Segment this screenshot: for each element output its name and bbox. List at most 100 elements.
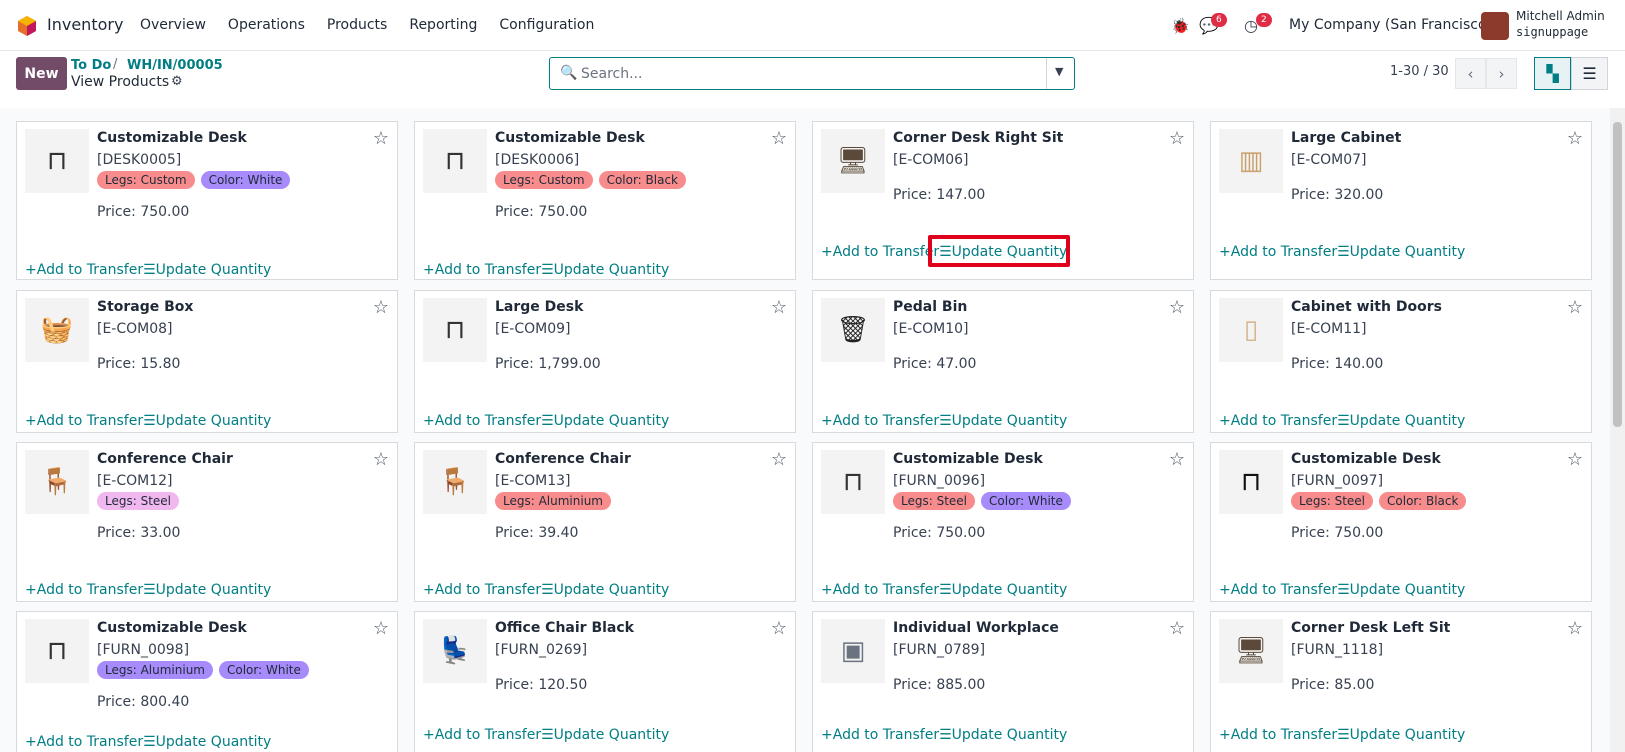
add-to-transfer-label: Add to Transfer: [832, 413, 940, 429]
star-icon[interactable]: ☆: [373, 297, 389, 318]
update-quantity-button[interactable]: ☰Update Quantity: [541, 727, 669, 743]
pager-value[interactable]: 1-30 / 30: [1390, 64, 1449, 79]
card-actions: +Add to Transfer ☰Update Quantity: [25, 734, 271, 750]
update-quantity-button[interactable]: ☰Update Quantity: [939, 727, 1067, 743]
messages-count-badge: 6: [1211, 13, 1227, 27]
update-quantity-button[interactable]: ☰Update Quantity: [1337, 244, 1465, 260]
list-icon: ☰: [1337, 413, 1350, 429]
update-quantity-button[interactable]: ☰Update Quantity: [541, 262, 669, 278]
product-card[interactable]: ⊓ Customizable Desk [FURN_0098] Legs: Alumi…: [16, 611, 398, 752]
product-card[interactable]: 🖥 Corner Desk Left Sit [FURN_1118] Price: 8…: [1210, 611, 1592, 752]
add-to-transfer-button[interactable]: +Add to Transfer: [1219, 727, 1337, 743]
product-card[interactable]: ▥ Large Cabinet [E-COM07] Price: 320.00 ☆ +Ad…: [1210, 121, 1592, 280]
product-card[interactable]: ▯ Cabinet with Doors [E-COM11] Price: 140.0…: [1210, 290, 1592, 433]
add-to-transfer-button[interactable]: +Add to Transfer: [423, 413, 541, 429]
attribute-tag: Color: White: [200, 171, 291, 189]
scrollbar[interactable]: [1610, 108, 1625, 752]
star-icon[interactable]: ☆: [771, 128, 787, 149]
star-icon[interactable]: ☆: [373, 128, 389, 149]
add-to-transfer-button[interactable]: +Add to Transfer: [423, 262, 541, 278]
product-name: Customizable Desk: [97, 130, 247, 146]
star-icon[interactable]: ☆: [1169, 618, 1185, 639]
star-icon[interactable]: ☆: [771, 449, 787, 470]
add-to-transfer-button[interactable]: +Add to Transfer: [821, 413, 939, 429]
update-quantity-button[interactable]: ☰Update Quantity: [1337, 413, 1465, 429]
star-icon[interactable]: ☆: [1169, 449, 1185, 470]
product-card[interactable]: ⊓ Customizable Desk [FURN_0096] Legs: Steel…: [812, 442, 1194, 602]
pager-next-button[interactable]: ›: [1486, 58, 1517, 89]
star-icon[interactable]: ☆: [373, 449, 389, 470]
update-quantity-button[interactable]: ☰Update Quantity: [1337, 582, 1465, 598]
update-quantity-button[interactable]: ☰Update Quantity: [143, 413, 271, 429]
add-to-transfer-button[interactable]: +Add to Transfer: [1219, 244, 1337, 260]
add-to-transfer-button[interactable]: +Add to Transfer: [821, 727, 939, 743]
star-icon[interactable]: ☆: [1169, 128, 1185, 149]
menu-products[interactable]: Products: [327, 17, 387, 33]
menu-overview[interactable]: Overview: [140, 17, 206, 33]
breadcrumb-receipt[interactable]: WH/IN/00005: [127, 58, 223, 73]
update-quantity-button[interactable]: ☰Update Quantity: [541, 582, 669, 598]
list-icon: ☰: [541, 413, 554, 429]
product-name: Customizable Desk: [1291, 451, 1441, 467]
plus-icon: +: [423, 262, 435, 278]
product-card[interactable]: 🪑 Conference Chair [E-COM12] Legs: Steel Pri…: [16, 442, 398, 602]
bug-icon[interactable]: 🐞: [1171, 17, 1190, 35]
kanban-view-button[interactable]: ▚: [1534, 57, 1571, 90]
add-to-transfer-button[interactable]: +Add to Transfer: [1219, 582, 1337, 598]
product-reference: [E-COM12]: [97, 473, 173, 489]
product-card[interactable]: ⊓ Customizable Desk [DESK0005] Legs: Custom…: [16, 121, 398, 280]
menu-configuration[interactable]: Configuration: [499, 17, 594, 33]
update-quantity-button[interactable]: ☰Update Quantity: [143, 734, 271, 750]
star-icon[interactable]: ☆: [1567, 297, 1583, 318]
new-button[interactable]: New: [16, 57, 67, 90]
product-card[interactable]: ⊓ Customizable Desk [DESK0006] Legs: Custom…: [414, 121, 796, 280]
product-card[interactable]: 🪑 Conference Chair [E-COM13] Legs: Aluminiu…: [414, 442, 796, 602]
add-to-transfer-button[interactable]: +Add to Transfer: [821, 582, 939, 598]
product-card[interactable]: 🗑 Pedal Bin [E-COM10] Price: 47.00 ☆ +Add to …: [812, 290, 1194, 433]
product-card[interactable]: 💺 Office Chair Black [FURN_0269] Price: 120…: [414, 611, 796, 752]
add-to-transfer-button[interactable]: +Add to Transfer: [25, 413, 143, 429]
update-quantity-button[interactable]: ☰Update Quantity: [939, 582, 1067, 598]
gear-icon[interactable]: ⚙: [171, 74, 183, 89]
menu-reporting[interactable]: Reporting: [409, 17, 477, 33]
update-quantity-button[interactable]: ☰Update Quantity: [143, 262, 271, 278]
company-switcher[interactable]: My Company (San Francisco): [1289, 17, 1492, 33]
app-name[interactable]: Inventory: [47, 15, 123, 34]
breadcrumb-todo[interactable]: To Do: [71, 58, 111, 73]
update-quantity-button[interactable]: ☰Update Quantity: [939, 413, 1067, 429]
product-card[interactable]: 🧺 Storage Box [E-COM08] Price: 15.80 ☆ +Add t…: [16, 290, 398, 433]
list-view-button[interactable]: ☰: [1571, 57, 1608, 90]
menu-operations[interactable]: Operations: [228, 17, 305, 33]
user-name[interactable]: Mitchell Admin: [1516, 9, 1605, 23]
update-quantity-button[interactable]: ☰Update Quantity: [1337, 727, 1465, 743]
top-navbar: Inventory Overview Operations Products R…: [0, 0, 1625, 51]
avatar[interactable]: [1481, 12, 1509, 40]
product-card[interactable]: ▣ Individual Workplace [FURN_0789] Price: 8…: [812, 611, 1194, 752]
product-card[interactable]: ⊓ Large Desk [E-COM09] Price: 1,799.00 ☆ +Add…: [414, 290, 796, 433]
add-to-transfer-button[interactable]: +Add to Transfer: [25, 582, 143, 598]
update-quantity-button[interactable]: ☰Update Quantity: [143, 582, 271, 598]
odoo-logo-icon[interactable]: [16, 15, 38, 37]
add-to-transfer-button[interactable]: +Add to Transfer: [25, 734, 143, 750]
search-input[interactable]: [581, 63, 1021, 85]
add-to-transfer-button[interactable]: +Add to Transfer: [1219, 413, 1337, 429]
add-to-transfer-button[interactable]: +Add to Transfer: [25, 262, 143, 278]
add-to-transfer-button[interactable]: +Add to Transfer: [821, 244, 939, 260]
scrollbar-thumb[interactable]: [1613, 122, 1622, 427]
plus-icon: +: [423, 413, 435, 429]
star-icon[interactable]: ☆: [771, 618, 787, 639]
product-name: Pedal Bin: [893, 299, 968, 315]
add-to-transfer-button[interactable]: +Add to Transfer: [423, 582, 541, 598]
star-icon[interactable]: ☆: [1567, 449, 1583, 470]
star-icon[interactable]: ☆: [1169, 297, 1185, 318]
star-icon[interactable]: ☆: [1567, 128, 1583, 149]
pager-previous-button[interactable]: ‹: [1455, 58, 1486, 89]
add-to-transfer-label: Add to Transfer: [434, 582, 542, 598]
star-icon[interactable]: ☆: [1567, 618, 1583, 639]
product-card[interactable]: ⊓ Customizable Desk [FURN_0097] Legs: Steel…: [1210, 442, 1592, 602]
star-icon[interactable]: ☆: [373, 618, 389, 639]
chevron-down-icon[interactable]: ▼: [1055, 65, 1063, 78]
star-icon[interactable]: ☆: [771, 297, 787, 318]
add-to-transfer-button[interactable]: +Add to Transfer: [423, 727, 541, 743]
update-quantity-button[interactable]: ☰Update Quantity: [541, 413, 669, 429]
